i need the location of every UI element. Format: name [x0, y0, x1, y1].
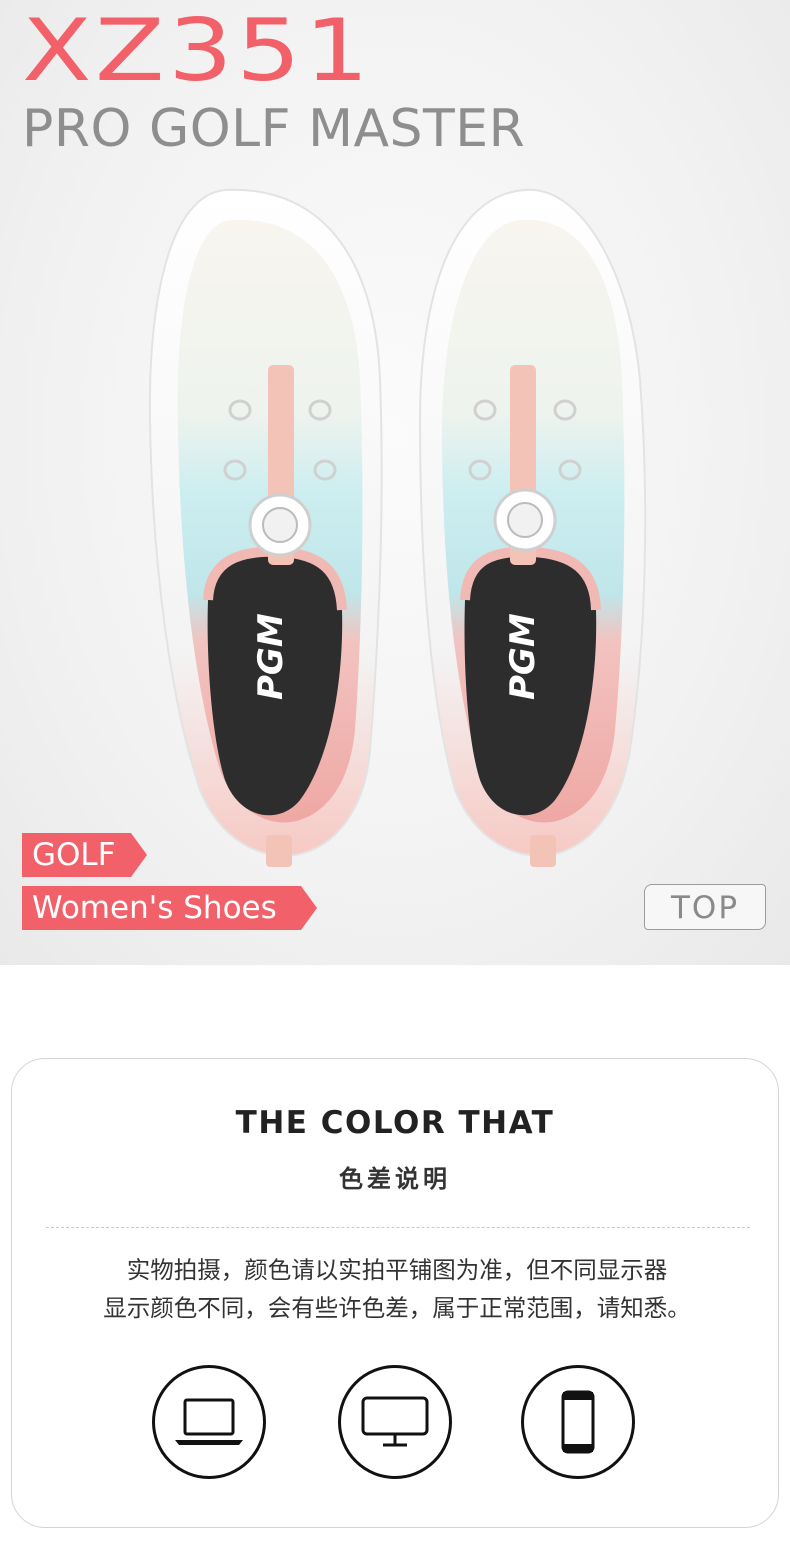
dashed-divider [46, 1227, 750, 1228]
color-notice-title: THE COLOR THAT [235, 1105, 555, 1141]
golf-tag: GOLF [22, 833, 147, 877]
color-notice-line-1: 实物拍摄，颜色请以实拍平铺图为准，但不同显示器 [126, 1256, 668, 1284]
back-to-top-button[interactable]: TOP [644, 884, 766, 930]
golf-shoes-image: PGM PGM [148, 188, 647, 867]
svg-text:PGM: PGM [251, 613, 291, 700]
hero-banner: XZ351 PRO GOLF MASTER PGM PGM GOLF Women… [0, 0, 790, 965]
color-notice-subtitle: 色差说明 [339, 1165, 451, 1193]
womens-shoes-tag: Women's Shoes [22, 886, 317, 930]
monitor-icon [338, 1365, 452, 1479]
model-number: XZ351 [22, 1, 373, 101]
color-notice-line-2: 显示颜色不同，会有些许色差，属于正常范围，请知悉。 [103, 1294, 691, 1322]
phone-icon [521, 1365, 635, 1479]
series-title: PRO GOLF MASTER [22, 99, 526, 159]
color-notice-text: 实物拍摄，颜色请以实拍平铺图为准，但不同显示器 显示颜色不同，会有些许色差，属于… [52, 1251, 742, 1327]
color-notice-card: THE COLOR THAT 色差说明 实物拍摄，颜色请以实拍平铺图为准，但不同… [11, 1058, 779, 1528]
laptop-icon [152, 1365, 266, 1479]
svg-text:PGM: PGM [503, 613, 543, 700]
